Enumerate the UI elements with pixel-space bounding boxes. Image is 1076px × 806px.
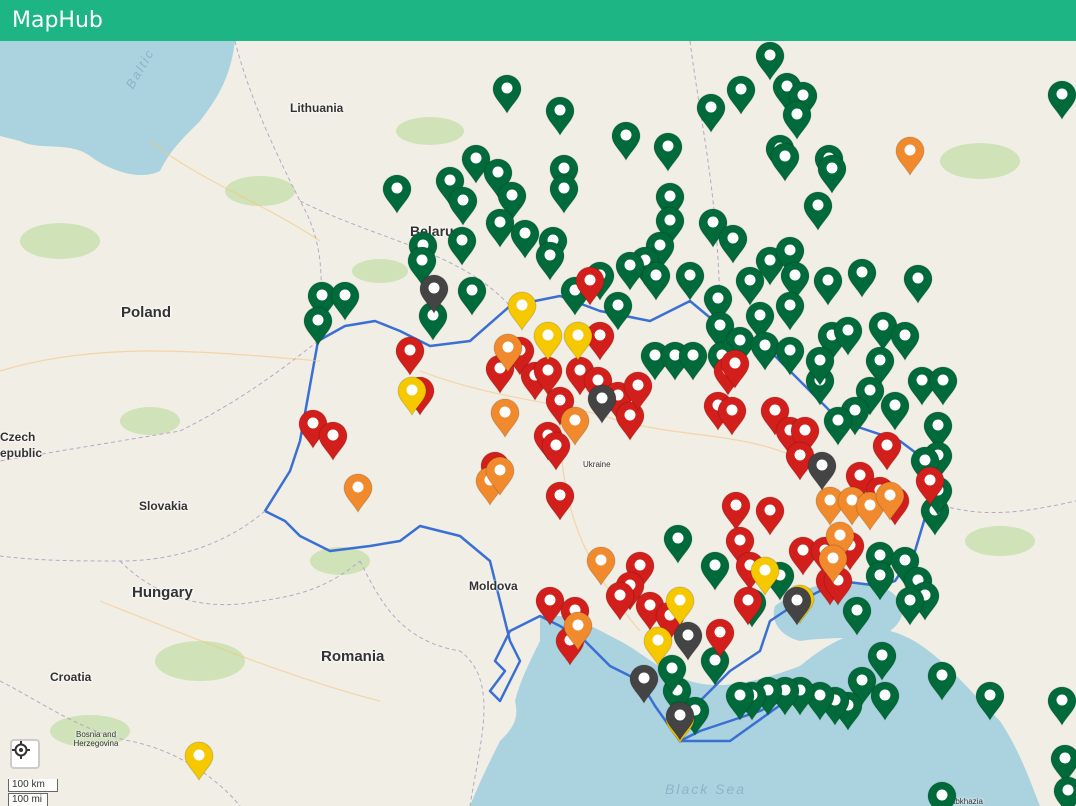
map-pin-icon[interactable] (447, 226, 477, 266)
map-pin-icon[interactable] (717, 396, 747, 436)
map-pin-icon[interactable] (615, 251, 645, 291)
map-pin-icon[interactable] (700, 646, 730, 686)
map-pin-icon[interactable] (755, 41, 785, 81)
map-pin-icon[interactable] (755, 496, 785, 536)
map-pin-icon[interactable] (678, 341, 708, 381)
map-pin-icon[interactable] (880, 391, 910, 431)
map-pin-icon[interactable] (545, 481, 575, 521)
map-pin-icon[interactable] (545, 96, 575, 136)
map-pin-icon[interactable] (842, 596, 872, 636)
map-pin-icon[interactable] (492, 74, 522, 114)
map-pin-icon[interactable] (533, 321, 563, 361)
map-pin-icon[interactable] (872, 431, 902, 471)
map-pin-icon[interactable] (611, 121, 641, 161)
map-pin-icon[interactable] (721, 491, 751, 531)
map-pin-icon[interactable] (303, 306, 333, 346)
map-pin-icon[interactable] (535, 241, 565, 281)
map-pin-icon[interactable] (817, 154, 847, 194)
map-pin-icon[interactable] (448, 186, 478, 226)
map-pin-icon[interactable] (510, 219, 540, 259)
map-pin-icon[interactable] (675, 261, 705, 301)
map-pin-icon[interactable] (782, 586, 812, 626)
map-pin-icon[interactable] (770, 142, 800, 182)
map-pin-icon[interactable] (485, 208, 515, 248)
map-pin-icon[interactable] (1047, 686, 1076, 726)
map-pin-icon[interactable] (775, 336, 805, 376)
map-pin-icon[interactable] (823, 406, 853, 446)
map-pin-icon[interactable] (541, 431, 571, 471)
map-pin-icon[interactable] (890, 321, 920, 361)
map-pin-icon[interactable] (718, 224, 748, 264)
map-pin-icon[interactable] (775, 291, 805, 331)
map-pin-icon[interactable] (903, 264, 933, 304)
map-pin-icon[interactable] (927, 661, 957, 701)
map-pin-icon[interactable] (696, 93, 726, 133)
map-pin-icon[interactable] (535, 586, 565, 626)
crosshair-icon (12, 741, 30, 759)
map-pin-icon[interactable] (927, 781, 957, 806)
map-pin-icon[interactable] (813, 266, 843, 306)
map-pin-icon[interactable] (586, 546, 616, 586)
scale-mi: 100 mi (8, 793, 48, 806)
map-pin-icon[interactable] (807, 451, 837, 491)
map-pin-icon[interactable] (549, 174, 579, 214)
app-header: MapHub (0, 0, 1076, 41)
map-pin-icon[interactable] (928, 366, 958, 406)
map-pin-icon[interactable] (382, 174, 412, 214)
map-pin-icon[interactable] (847, 258, 877, 298)
map-pin-icon[interactable] (895, 136, 925, 176)
map-pin-icon[interactable] (735, 266, 765, 306)
map-pin-icon[interactable] (507, 291, 537, 331)
map-pin-icon[interactable] (629, 664, 659, 704)
map-pin-icon[interactable] (803, 191, 833, 231)
map-pin-icon[interactable] (653, 132, 683, 172)
locate-button[interactable] (10, 739, 40, 769)
map-pin-icon[interactable] (865, 561, 895, 601)
map-canvas[interactable]: Baltic Lithuania Belarus Poland Czech ep… (0, 41, 1076, 806)
map-pin-icon[interactable] (673, 621, 703, 661)
map-pin-icon[interactable] (184, 741, 214, 781)
map-pin-icon[interactable] (395, 336, 425, 376)
map-pin-icon[interactable] (318, 421, 348, 461)
map-pin-icon[interactable] (563, 321, 593, 361)
map-pin-icon[interactable] (726, 75, 756, 115)
map-pin-icon[interactable] (665, 701, 695, 741)
map-pin-icon[interactable] (330, 281, 360, 321)
map-pin-icon[interactable] (457, 276, 487, 316)
map-pin-icon[interactable] (870, 681, 900, 721)
map-pin-icon[interactable] (663, 524, 693, 564)
map-pin-icon[interactable] (782, 100, 812, 140)
map-pin-icon[interactable] (750, 331, 780, 371)
map-pin-icon[interactable] (605, 581, 635, 621)
map-pin-icon[interactable] (700, 551, 730, 591)
map-pin-icon[interactable] (1053, 776, 1076, 806)
scale-km: 100 km (8, 779, 58, 792)
map-pin-icon[interactable] (587, 384, 617, 424)
map-pin-icon[interactable] (975, 681, 1005, 721)
app-title[interactable]: MapHub (12, 8, 103, 33)
map-pin-icon[interactable] (490, 398, 520, 438)
map-pin-icon[interactable] (641, 261, 671, 301)
map-pin-icon[interactable] (895, 586, 925, 626)
map-pin-icon[interactable] (343, 473, 373, 513)
marker-layer (184, 41, 1076, 806)
map-pin-icon[interactable] (1047, 80, 1076, 120)
